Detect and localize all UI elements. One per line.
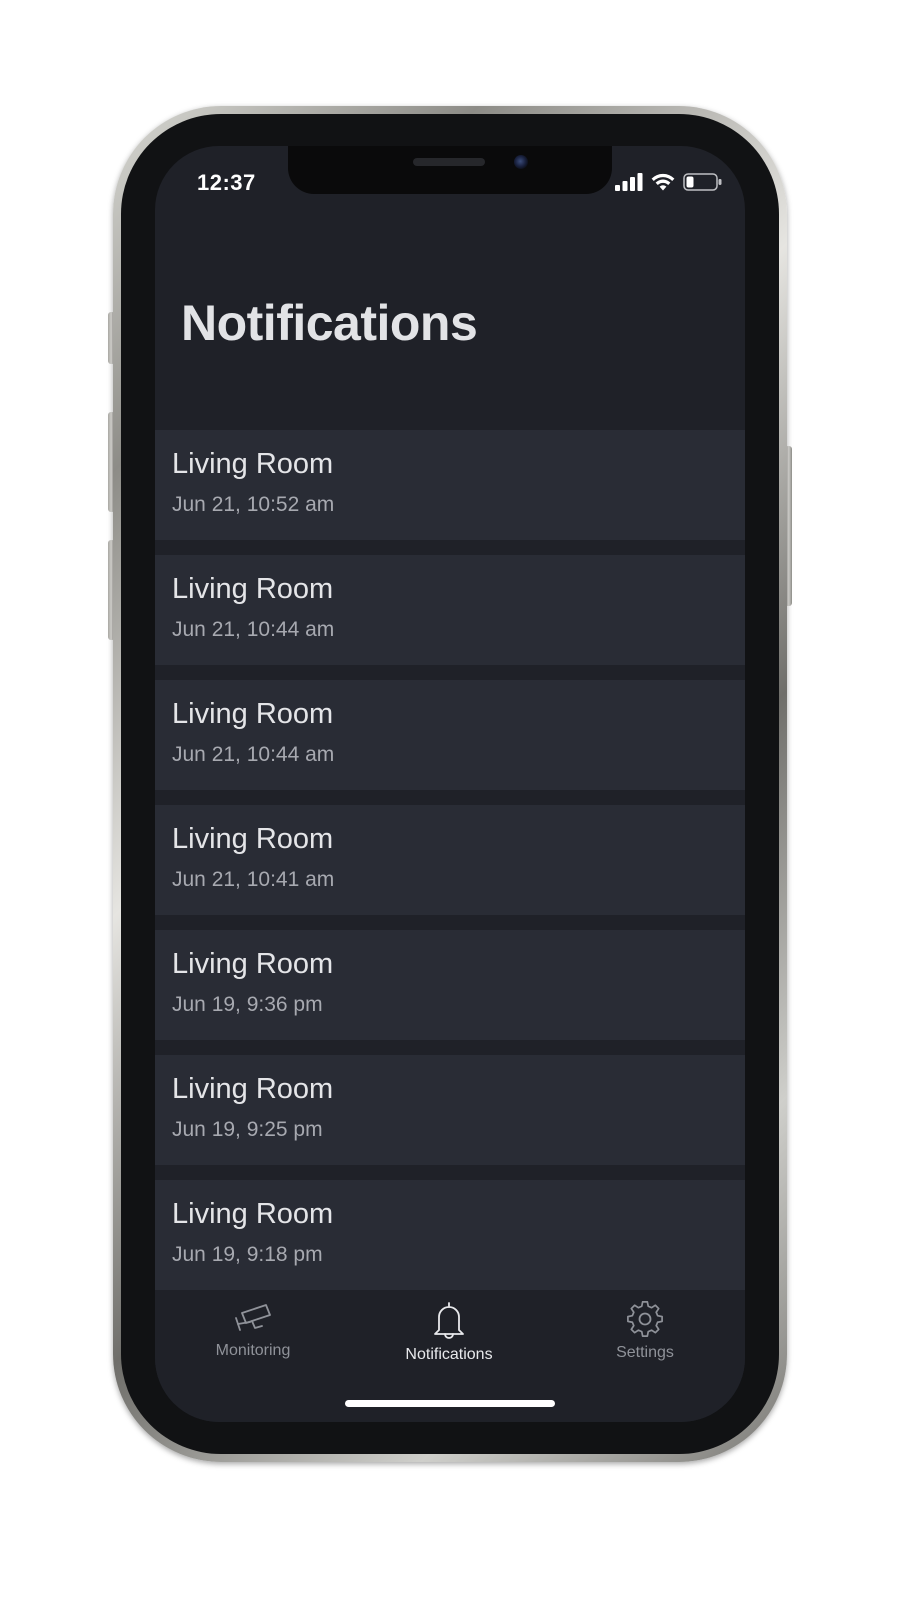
notification-title: Living Room bbox=[172, 948, 334, 980]
phone-screen: 12:37 Notifications Living Room Jun 21, … bbox=[155, 146, 745, 1422]
gear-icon bbox=[627, 1301, 663, 1337]
notification-title: Living Room bbox=[172, 573, 334, 605]
notification-item[interactable]: Living Room Jun 19, 9:36 pm bbox=[155, 930, 745, 1040]
tab-monitoring[interactable]: Monitoring bbox=[163, 1300, 343, 1380]
notification-time: Jun 21, 10:41 am bbox=[172, 868, 335, 891]
notification-item[interactable]: Living Room Jun 21, 10:44 am bbox=[155, 555, 745, 665]
app-screenshot: 12:37 Notifications Living Room Jun 21, … bbox=[0, 0, 917, 1600]
front-camera bbox=[514, 155, 528, 169]
notification-item[interactable]: Living Room Jun 21, 10:41 am bbox=[155, 805, 745, 915]
notification-item[interactable]: Living Room Jun 19, 9:18 pm bbox=[155, 1180, 745, 1290]
notification-item[interactable]: Living Room Jun 21, 10:52 am bbox=[155, 430, 745, 540]
notification-list: Living Room Jun 21, 10:52 am Living Room… bbox=[155, 430, 745, 1305]
notification-title: Living Room bbox=[172, 823, 334, 855]
signal-icon bbox=[615, 173, 643, 191]
notification-time: Jun 21, 10:44 am bbox=[172, 618, 335, 641]
notification-time: Jun 19, 9:36 pm bbox=[172, 993, 323, 1016]
notification-title: Living Room bbox=[172, 1198, 334, 1230]
notification-time: Jun 19, 9:25 pm bbox=[172, 1118, 323, 1141]
tab-label: Settings bbox=[616, 1344, 674, 1361]
tab-label: Monitoring bbox=[215, 1342, 291, 1359]
notification-time: Jun 19, 9:18 pm bbox=[172, 1243, 323, 1266]
tab-settings[interactable]: Settings bbox=[555, 1300, 735, 1380]
camera-icon bbox=[235, 1304, 271, 1331]
notification-title: Living Room bbox=[172, 698, 334, 730]
speaker-grille bbox=[413, 158, 485, 166]
wifi-icon bbox=[651, 173, 675, 191]
tab-notifications[interactable]: Notifications bbox=[359, 1300, 539, 1380]
page-title: Notifications bbox=[181, 295, 478, 351]
notification-title: Living Room bbox=[172, 448, 334, 480]
status-time: 12:37 bbox=[197, 170, 256, 195]
notification-title: Living Room bbox=[172, 1073, 334, 1105]
tab-label: Notifications bbox=[405, 1346, 493, 1363]
battery-icon bbox=[683, 173, 722, 191]
home-indicator[interactable] bbox=[345, 1400, 555, 1407]
notification-item[interactable]: Living Room Jun 19, 9:25 pm bbox=[155, 1055, 745, 1165]
notification-time: Jun 21, 10:44 am bbox=[172, 743, 335, 766]
bell-icon bbox=[434, 1302, 464, 1339]
notch bbox=[288, 146, 612, 194]
notification-time: Jun 21, 10:52 am bbox=[172, 493, 335, 516]
status-icons bbox=[615, 173, 723, 191]
notification-item[interactable]: Living Room Jun 21, 10:44 am bbox=[155, 680, 745, 790]
